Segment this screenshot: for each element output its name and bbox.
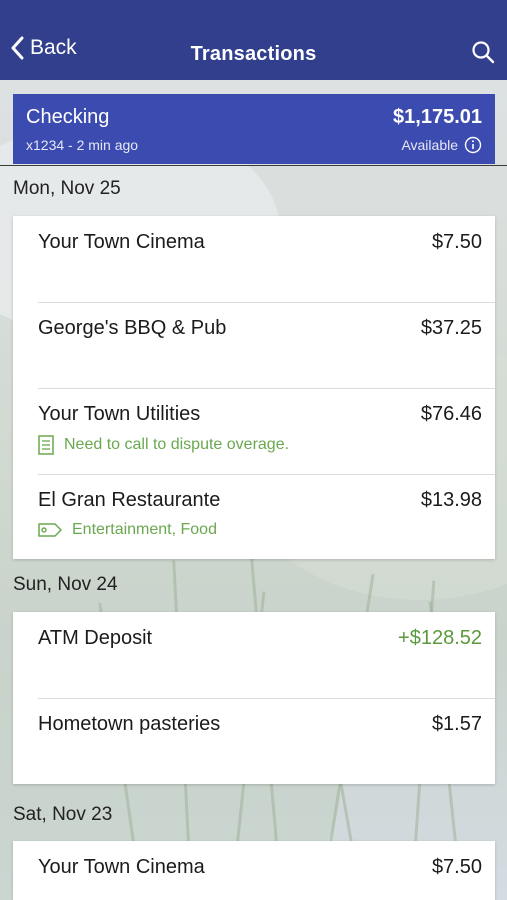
chevron-left-icon [11,36,24,60]
transaction-name: Your Town Cinema [38,856,205,878]
transaction-row[interactable]: El Gran Restaurante $13.98 Entertainment… [13,474,495,560]
search-icon [472,41,495,64]
transaction-name: El Gran Restaurante [38,489,221,511]
transaction-row[interactable]: Your Town Utilities $76.46 Need to call … [13,388,495,474]
header-divider [0,165,507,166]
date-header: Sun, Nov 24 [13,574,118,595]
tag-icon [38,523,62,537]
page-title: Transactions [190,42,317,65]
transaction-name: Hometown pasteries [38,713,221,735]
info-icon[interactable] [464,136,482,154]
available-indicator: Available [401,136,482,154]
search-button[interactable] [471,40,495,69]
transaction-amount: $7.50 [431,231,482,253]
transaction-row[interactable]: Hometown pasteries $1.57 [13,698,495,784]
account-balance: $1,175.01 [393,106,482,128]
transaction-amount: $1.57 [431,713,482,735]
transaction-amount: $7.50 [431,856,482,878]
transaction-amount: $13.98 [420,489,482,511]
date-header: Sat, Nov 23 [13,804,113,825]
transaction-name: ATM Deposit [38,627,153,649]
transaction-group: Your Town Cinema $7.50 George's BBQ & Pu… [13,216,495,559]
account-summary[interactable]: Checking $1,175.01 x1234 - 2 min ago Ava… [13,94,495,164]
account-name: Checking [26,106,110,128]
nav-bar: Back Transactions [0,0,507,80]
transaction-amount: $37.25 [420,317,482,339]
transaction-amount: $76.46 [420,403,482,425]
note-icon [38,435,54,455]
transaction-row[interactable]: ATM Deposit +$128.52 [13,612,495,698]
date-header: Mon, Nov 25 [13,178,121,199]
back-label: Back [30,36,77,59]
transaction-name: Your Town Utilities [38,403,201,425]
back-button[interactable]: Back [10,36,77,60]
transaction-tags: Entertainment, Food [72,521,217,538]
transaction-row[interactable]: George's BBQ & Pub $37.25 [13,302,495,388]
transaction-row[interactable]: Your Town Cinema $7.50 [13,216,495,302]
available-label: Available [401,137,458,153]
transaction-group: Your Town Cinema $7.50 [13,841,495,900]
transaction-note: Need to call to dispute overage. [64,436,290,453]
transaction-amount: +$128.52 [398,627,482,649]
transaction-name: George's BBQ & Pub [38,317,227,339]
transaction-row[interactable]: Your Town Cinema $7.50 [13,841,495,900]
transaction-group: ATM Deposit +$128.52 Hometown pasteries … [13,612,495,784]
transaction-name: Your Town Cinema [38,231,205,253]
account-subtitle: x1234 - 2 min ago [26,137,139,153]
